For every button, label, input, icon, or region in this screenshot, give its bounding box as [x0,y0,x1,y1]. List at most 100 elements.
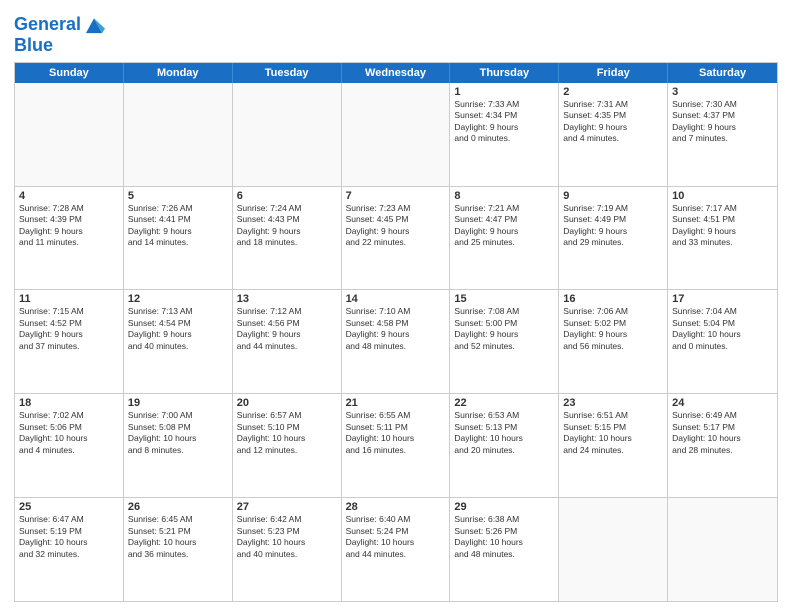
day-info: Sunrise: 7:23 AMSunset: 4:45 PMDaylight:… [346,203,446,249]
day-number: 9 [563,190,663,202]
day-number: 24 [672,397,773,409]
day-number: 7 [346,190,446,202]
day-info: Sunrise: 7:26 AMSunset: 4:41 PMDaylight:… [128,203,228,249]
day-number: 17 [672,293,773,305]
day-info: Sunrise: 6:45 AMSunset: 5:21 PMDaylight:… [128,514,228,560]
cal-cell-w1-d5: 1Sunrise: 7:33 AMSunset: 4:34 PMDaylight… [450,83,559,186]
cal-cell-w2-d2: 5Sunrise: 7:26 AMSunset: 4:41 PMDaylight… [124,187,233,290]
cal-header-saturday: Saturday [668,63,777,83]
day-number: 13 [237,293,337,305]
cal-week-4: 18Sunrise: 7:02 AMSunset: 5:06 PMDayligh… [15,394,777,498]
day-number: 18 [19,397,119,409]
cal-cell-w5-d1: 25Sunrise: 6:47 AMSunset: 5:19 PMDayligh… [15,498,124,601]
cal-cell-w3-d3: 13Sunrise: 7:12 AMSunset: 4:56 PMDayligh… [233,290,342,393]
cal-cell-w4-d1: 18Sunrise: 7:02 AMSunset: 5:06 PMDayligh… [15,394,124,497]
day-number: 12 [128,293,228,305]
day-info: Sunrise: 7:33 AMSunset: 4:34 PMDaylight:… [454,99,554,145]
day-number: 29 [454,501,554,513]
cal-cell-w4-d3: 20Sunrise: 6:57 AMSunset: 5:10 PMDayligh… [233,394,342,497]
cal-header-thursday: Thursday [450,63,559,83]
calendar-body: 1Sunrise: 7:33 AMSunset: 4:34 PMDaylight… [15,83,777,601]
day-info: Sunrise: 6:40 AMSunset: 5:24 PMDaylight:… [346,514,446,560]
day-info: Sunrise: 7:12 AMSunset: 4:56 PMDaylight:… [237,306,337,352]
day-info: Sunrise: 7:10 AMSunset: 4:58 PMDaylight:… [346,306,446,352]
day-number: 16 [563,293,663,305]
logo-text: General [14,15,81,35]
cal-cell-w3-d5: 15Sunrise: 7:08 AMSunset: 5:00 PMDayligh… [450,290,559,393]
day-number: 11 [19,293,119,305]
logo-blue-text: Blue [14,36,105,56]
day-info: Sunrise: 6:47 AMSunset: 5:19 PMDaylight:… [19,514,119,560]
cal-week-1: 1Sunrise: 7:33 AMSunset: 4:34 PMDaylight… [15,83,777,187]
day-info: Sunrise: 6:38 AMSunset: 5:26 PMDaylight:… [454,514,554,560]
cal-header-tuesday: Tuesday [233,63,342,83]
day-info: Sunrise: 7:19 AMSunset: 4:49 PMDaylight:… [563,203,663,249]
day-number: 28 [346,501,446,513]
day-info: Sunrise: 6:49 AMSunset: 5:17 PMDaylight:… [672,410,773,456]
cal-header-sunday: Sunday [15,63,124,83]
day-info: Sunrise: 7:30 AMSunset: 4:37 PMDaylight:… [672,99,773,145]
cal-cell-w2-d6: 9Sunrise: 7:19 AMSunset: 4:49 PMDaylight… [559,187,668,290]
cal-cell-w2-d3: 6Sunrise: 7:24 AMSunset: 4:43 PMDaylight… [233,187,342,290]
day-number: 19 [128,397,228,409]
cal-week-5: 25Sunrise: 6:47 AMSunset: 5:19 PMDayligh… [15,498,777,601]
day-number: 14 [346,293,446,305]
calendar: SundayMondayTuesdayWednesdayThursdayFrid… [14,62,778,602]
cal-header-friday: Friday [559,63,668,83]
day-number: 6 [237,190,337,202]
day-number: 8 [454,190,554,202]
day-number: 5 [128,190,228,202]
day-number: 23 [563,397,663,409]
day-info: Sunrise: 6:42 AMSunset: 5:23 PMDaylight:… [237,514,337,560]
cal-cell-w5-d4: 28Sunrise: 6:40 AMSunset: 5:24 PMDayligh… [342,498,451,601]
cal-cell-w4-d7: 24Sunrise: 6:49 AMSunset: 5:17 PMDayligh… [668,394,777,497]
day-number: 27 [237,501,337,513]
day-number: 26 [128,501,228,513]
day-number: 22 [454,397,554,409]
logo: General Blue [14,14,105,56]
day-number: 10 [672,190,773,202]
day-info: Sunrise: 7:02 AMSunset: 5:06 PMDaylight:… [19,410,119,456]
day-info: Sunrise: 7:17 AMSunset: 4:51 PMDaylight:… [672,203,773,249]
cal-cell-w3-d7: 17Sunrise: 7:04 AMSunset: 5:04 PMDayligh… [668,290,777,393]
calendar-header-row: SundayMondayTuesdayWednesdayThursdayFrid… [15,63,777,83]
day-info: Sunrise: 7:08 AMSunset: 5:00 PMDaylight:… [454,306,554,352]
cal-cell-w2-d4: 7Sunrise: 7:23 AMSunset: 4:45 PMDaylight… [342,187,451,290]
day-number: 20 [237,397,337,409]
day-info: Sunrise: 6:57 AMSunset: 5:10 PMDaylight:… [237,410,337,456]
day-number: 15 [454,293,554,305]
logo-icon [83,14,105,36]
cal-cell-w1-d6: 2Sunrise: 7:31 AMSunset: 4:35 PMDaylight… [559,83,668,186]
day-info: Sunrise: 7:13 AMSunset: 4:54 PMDaylight:… [128,306,228,352]
cal-cell-w4-d4: 21Sunrise: 6:55 AMSunset: 5:11 PMDayligh… [342,394,451,497]
day-number: 21 [346,397,446,409]
cal-cell-w1-d2 [124,83,233,186]
cal-header-wednesday: Wednesday [342,63,451,83]
day-number: 25 [19,501,119,513]
cal-cell-w4-d2: 19Sunrise: 7:00 AMSunset: 5:08 PMDayligh… [124,394,233,497]
day-info: Sunrise: 6:51 AMSunset: 5:15 PMDaylight:… [563,410,663,456]
cal-cell-w3-d1: 11Sunrise: 7:15 AMSunset: 4:52 PMDayligh… [15,290,124,393]
cal-header-monday: Monday [124,63,233,83]
cal-cell-w4-d5: 22Sunrise: 6:53 AMSunset: 5:13 PMDayligh… [450,394,559,497]
day-number: 2 [563,86,663,98]
cal-cell-w1-d7: 3Sunrise: 7:30 AMSunset: 4:37 PMDaylight… [668,83,777,186]
cal-cell-w5-d6 [559,498,668,601]
day-info: Sunrise: 7:00 AMSunset: 5:08 PMDaylight:… [128,410,228,456]
day-info: Sunrise: 7:15 AMSunset: 4:52 PMDaylight:… [19,306,119,352]
cal-cell-w2-d1: 4Sunrise: 7:28 AMSunset: 4:39 PMDaylight… [15,187,124,290]
cal-cell-w5-d5: 29Sunrise: 6:38 AMSunset: 5:26 PMDayligh… [450,498,559,601]
cal-cell-w3-d6: 16Sunrise: 7:06 AMSunset: 5:02 PMDayligh… [559,290,668,393]
cal-cell-w3-d2: 12Sunrise: 7:13 AMSunset: 4:54 PMDayligh… [124,290,233,393]
day-info: Sunrise: 6:53 AMSunset: 5:13 PMDaylight:… [454,410,554,456]
cal-cell-w2-d7: 10Sunrise: 7:17 AMSunset: 4:51 PMDayligh… [668,187,777,290]
cal-cell-w5-d2: 26Sunrise: 6:45 AMSunset: 5:21 PMDayligh… [124,498,233,601]
day-info: Sunrise: 7:04 AMSunset: 5:04 PMDaylight:… [672,306,773,352]
cal-cell-w4-d6: 23Sunrise: 6:51 AMSunset: 5:15 PMDayligh… [559,394,668,497]
cal-cell-w1-d3 [233,83,342,186]
day-info: Sunrise: 7:31 AMSunset: 4:35 PMDaylight:… [563,99,663,145]
cal-cell-w1-d1 [15,83,124,186]
day-info: Sunrise: 7:24 AMSunset: 4:43 PMDaylight:… [237,203,337,249]
cal-week-3: 11Sunrise: 7:15 AMSunset: 4:52 PMDayligh… [15,290,777,394]
cal-cell-w5-d7 [668,498,777,601]
